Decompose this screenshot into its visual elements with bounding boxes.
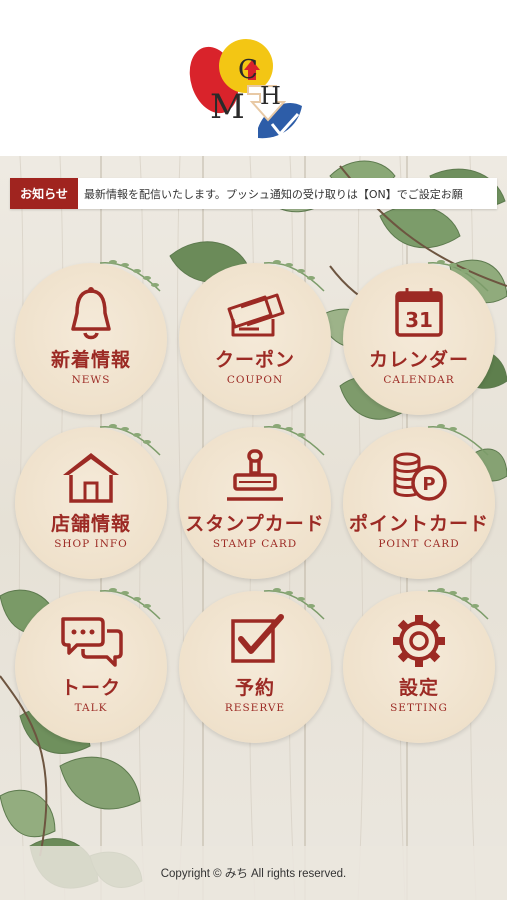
- leaf-sprig-decoration: [427, 424, 489, 456]
- leaf-sprig-decoration: [263, 260, 325, 292]
- point-card-button[interactable]: P ポイントカード POINT CARD: [343, 424, 495, 579]
- leaf-sprig-decoration: [427, 588, 489, 620]
- coupon-label: クーポン: [214, 349, 295, 371]
- point-card-sublabel: POINT CARD: [378, 538, 460, 550]
- svg-text:M: M: [210, 87, 245, 127]
- news-button[interactable]: 新着情報 NEWS: [15, 260, 167, 415]
- shop-info-sublabel: SHOP INFO: [54, 538, 128, 550]
- coupon-sublabel: COUPON: [226, 374, 284, 386]
- setting-button[interactable]: 設定 SETTING: [343, 588, 495, 743]
- stamp-card-sublabel: STAMP CARD: [212, 538, 298, 550]
- app-header: M C H: [0, 0, 507, 156]
- talk-button[interactable]: トーク TALK: [15, 588, 167, 743]
- notice-label: お知らせ: [10, 178, 78, 209]
- calendar-icon: 31: [383, 285, 455, 341]
- checkbox-icon: [219, 613, 291, 669]
- leaf-sprig-decoration: [99, 588, 161, 620]
- coupon-button[interactable]: クーポン COUPON: [179, 260, 331, 415]
- house-icon: [55, 449, 127, 505]
- point-card-label: ポイントカード: [348, 513, 489, 535]
- news-label: 新着情報: [50, 349, 131, 371]
- notice-bar[interactable]: お知らせ 最新情報を配信いたします。プッシュ通知の受け取りは【ON】でご設定お願: [10, 178, 497, 209]
- gear-icon: [383, 613, 455, 669]
- stamp-card-button[interactable]: スタンプカード STAMP CARD: [179, 424, 331, 579]
- svg-text:P: P: [422, 474, 435, 495]
- mch-logo: M C H: [189, 39, 302, 139]
- news-sublabel: NEWS: [71, 374, 111, 386]
- ticket-icon: [219, 285, 291, 341]
- reserve-button[interactable]: 予約 RESERVE: [179, 588, 331, 743]
- talk-sublabel: TALK: [74, 702, 108, 714]
- stamp-card-label: スタンプカード: [185, 513, 325, 535]
- setting-label: 設定: [398, 677, 439, 699]
- calendar-button[interactable]: 31 カレンダー CALENDAR: [343, 260, 495, 415]
- reserve-sublabel: RESERVE: [224, 702, 286, 714]
- notice-text: 最新情報を配信いたします。プッシュ通知の受け取りは【ON】でご設定お願: [84, 187, 463, 201]
- leaf-sprig-decoration: [427, 260, 489, 292]
- svg-text:C: C: [238, 55, 258, 85]
- leaf-sprig-decoration: [263, 588, 325, 620]
- footer: Copyright © みち All rights reserved.: [0, 846, 507, 900]
- calendar-label: カレンダー: [368, 349, 469, 371]
- talk-label: トーク: [60, 677, 121, 699]
- svg-text:31: 31: [405, 308, 433, 332]
- reserve-label: 予約: [234, 677, 275, 699]
- coins-icon: P: [383, 449, 455, 505]
- calendar-sublabel: CALENDAR: [383, 374, 455, 386]
- setting-sublabel: SETTING: [390, 702, 448, 714]
- svg-text:H: H: [260, 82, 281, 110]
- leaf-sprig-decoration: [263, 424, 325, 456]
- leaf-sprig-decoration: [99, 424, 161, 456]
- chat-icon: [55, 613, 127, 669]
- copyright-text: Copyright © みち All rights reserved.: [160, 868, 347, 880]
- shop-info-label: 店舗情報: [50, 513, 131, 535]
- shop-info-button[interactable]: 店舗情報 SHOP INFO: [15, 424, 167, 579]
- leaf-sprig-decoration: [99, 260, 161, 292]
- stamp-icon: [219, 449, 291, 505]
- bell-icon: [55, 285, 127, 341]
